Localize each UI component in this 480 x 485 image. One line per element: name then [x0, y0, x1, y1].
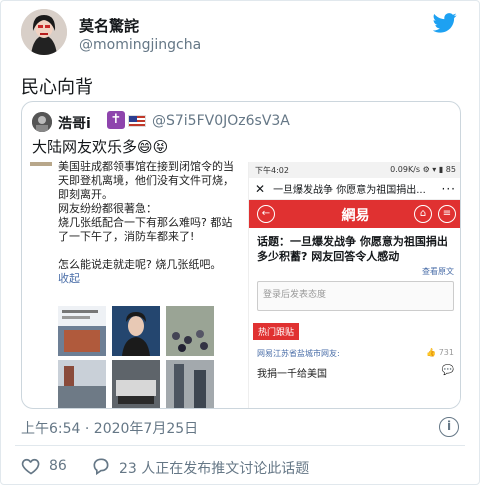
divider: [15, 445, 465, 446]
phone-nav-bar: ✕ 一旦爆发战争 你愿意为祖国捐出... ···: [249, 178, 460, 200]
quoted-tweet[interactable]: 浩哥i ✝ @S7i5FV0JOz6sV3A 大陆网友欢乐多😄😝 美国驻成都领事…: [21, 101, 461, 409]
quoted-media[interactable]: 美国驻成都领事馆在接到闭馆令的当天即登机离境，他们没有文件可烧，即刻离开。 网友…: [22, 160, 460, 408]
twitter-bird-icon[interactable]: [433, 13, 457, 33]
view-original-link: 查看原文: [422, 267, 454, 276]
fold-link[interactable]: 收起: [58, 272, 80, 285]
photo-thumbnail[interactable]: [166, 306, 214, 356]
photo-thumbnail[interactable]: [166, 360, 214, 408]
comment-text: 我捐一千给美国: [257, 369, 327, 380]
left-screenshot-text: 美国驻成都领事馆在接到闭馆令的当天即登机离境，他们没有文件可烧，即刻离开。 网友…: [58, 160, 240, 286]
tweet-embed-card: 莫名驚詫 @momingjingcha 民心向背 浩哥i ✝ @S7i5FV0J…: [0, 0, 480, 485]
hot-comments-label: 热门跟贴: [253, 323, 300, 340]
quoted-author-avatar[interactable]: [32, 112, 52, 132]
tweet-timestamp[interactable]: 上午6:54 · 2020年7月25日: [21, 418, 198, 438]
reply-bubble-icon[interactable]: [91, 456, 111, 476]
photo-grid: [58, 306, 218, 408]
tweet-text: 民心向背: [21, 77, 93, 98]
heart-icon[interactable]: [21, 456, 41, 476]
nav-title: 一旦爆发战争 你愿意为祖国捐出...: [273, 185, 426, 196]
quoted-author-name[interactable]: 浩哥i: [58, 113, 91, 133]
discussion-link[interactable]: 23 人正在发布推文讨论此话题: [119, 458, 309, 478]
quoted-tweet-text: 大陆网友欢乐多😄😝: [32, 138, 169, 156]
reply-icon: 💬: [441, 365, 454, 376]
menu-icon: ≡: [438, 205, 456, 223]
like-count[interactable]: 86: [49, 458, 67, 474]
phone-status-bar: 下午4:02 0.09K/s ⚙ ▾ ▮ 85: [249, 162, 460, 178]
left-screenshot: 美国驻成都领事馆在接到闭馆令的当天即登机离境，他们没有文件可烧，即刻离开。 网友…: [30, 160, 242, 408]
author-handle[interactable]: @momingjingcha: [79, 37, 201, 53]
status-time: 下午4:02: [255, 166, 289, 175]
post-body: 美国驻成都领事馆在接到闭馆令的当天即登机离境，他们没有文件可烧，即刻离开。 网友…: [58, 160, 234, 271]
photo-thumbnail[interactable]: [112, 306, 160, 356]
close-icon: ✕: [255, 181, 266, 196]
us-flag-icon: [128, 115, 146, 127]
comment-input: 登录后发表态度: [257, 281, 454, 311]
home-icon: ⌂: [414, 205, 432, 223]
comment-row: 我捐一千给美国 💬: [249, 359, 460, 380]
photo-thumbnail[interactable]: [58, 360, 106, 408]
info-icon[interactable]: i: [439, 417, 459, 437]
netease-screenshot: 下午4:02 0.09K/s ⚙ ▾ ▮ 85 ✕ 一旦爆发战争 你愿意为祖国捐…: [248, 162, 460, 408]
image-strip: [30, 162, 52, 166]
author-avatar[interactable]: [21, 9, 67, 55]
netease-header: ← 網易 ⌂ ≡: [249, 200, 460, 228]
status-indicators: 0.09K/s ⚙ ▾ ▮ 85: [390, 165, 456, 174]
more-icon: ···: [441, 181, 456, 196]
photo-thumbnail[interactable]: [112, 360, 160, 408]
comment-like-count: 👍 731: [426, 348, 454, 357]
cross-emoji-icon: ✝: [107, 111, 125, 129]
quoted-author-handle[interactable]: @S7i5FV0JOz6sV3A: [152, 113, 290, 129]
topic-title: 话题：一旦爆发战争 你愿意为祖国捐出多少积蓄? 网友回答令人感动: [257, 235, 448, 263]
comment-user: 网易江苏省盐城市网友:: [257, 349, 340, 358]
like-count: 731: [438, 348, 454, 357]
comment-meta: 网易江苏省盐城市网友: 👍 731: [249, 340, 460, 359]
photo-thumbnail[interactable]: [58, 306, 106, 356]
author-name[interactable]: 莫名驚詫: [79, 15, 139, 36]
